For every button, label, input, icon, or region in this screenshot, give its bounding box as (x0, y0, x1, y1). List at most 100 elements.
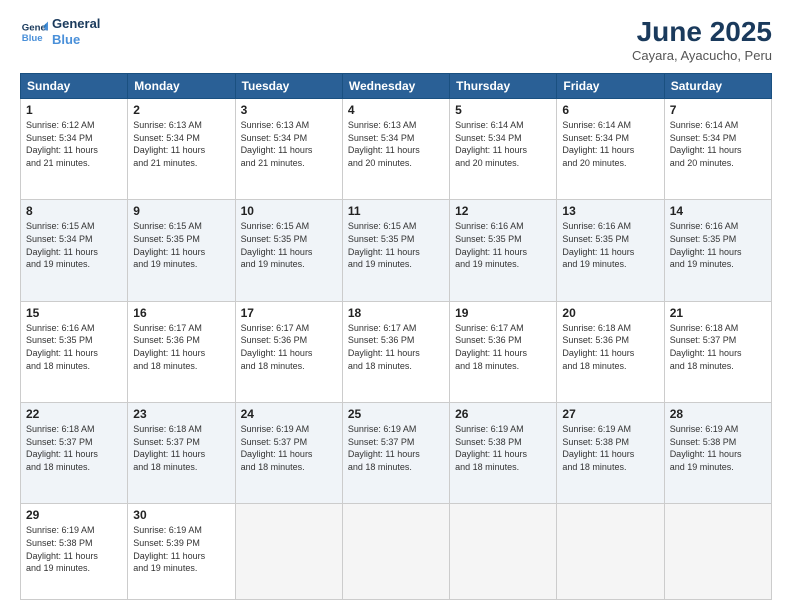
col-monday: Monday (128, 74, 235, 99)
day-number: 21 (670, 306, 766, 320)
table-row: 5 Sunrise: 6:14 AM Sunset: 5:34 PM Daylig… (450, 99, 557, 200)
table-row: 4 Sunrise: 6:13 AM Sunset: 5:34 PM Daylig… (342, 99, 449, 200)
table-row: 19 Sunrise: 6:17 AM Sunset: 5:36 PM Dayli… (450, 301, 557, 402)
day-number: 1 (26, 103, 122, 117)
table-row: 17 Sunrise: 6:17 AM Sunset: 5:36 PM Dayli… (235, 301, 342, 402)
table-row: 22Sunrise: 6:18 AM Sunset: 5:37 PM Dayli… (21, 403, 128, 504)
table-row: 1 Sunrise: 6:12 AM Sunset: 5:34 PM Daylig… (21, 99, 128, 200)
cell-info: Sunrise: 6:19 AM Sunset: 5:38 PM Dayligh… (562, 423, 658, 473)
table-row: 28 Sunrise: 6:19 AM Sunset: 5:38 PM Dayli… (664, 403, 771, 504)
table-row: 29 Sunrise: 6:19 AM Sunset: 5:38 PM Dayli… (21, 504, 128, 600)
day-number: 29 (26, 508, 122, 522)
table-row: 30 Sunrise: 6:19 AM Sunset: 5:39 PM Dayli… (128, 504, 235, 600)
table-row: 27 Sunrise: 6:19 AM Sunset: 5:38 PM Dayli… (557, 403, 664, 504)
table-row: 7 Sunrise: 6:14 AM Sunset: 5:34 PM Daylig… (664, 99, 771, 200)
cell-info: Sunrise: 6:13 AM Sunset: 5:34 PM Dayligh… (348, 119, 444, 169)
cell-info: Sunrise: 6:16 AM Sunset: 5:35 PM Dayligh… (670, 220, 766, 270)
cell-info: Sunrise: 6:19 AM Sunset: 5:38 PM Dayligh… (26, 524, 122, 574)
cell-info: Sunrise: 6:15 AM Sunset: 5:35 PM Dayligh… (133, 220, 229, 270)
cell-info: Sunrise: 6:19 AM Sunset: 5:38 PM Dayligh… (455, 423, 551, 473)
cell-info: Sunrise: 6:19 AM Sunset: 5:38 PM Dayligh… (670, 423, 766, 473)
cell-info: Sunrise: 6:14 AM Sunset: 5:34 PM Dayligh… (562, 119, 658, 169)
cell-info: Sunrise: 6:13 AM Sunset: 5:34 PM Dayligh… (241, 119, 337, 169)
day-number: 2 (133, 103, 229, 117)
cell-info: Sunrise: 6:17 AM Sunset: 5:36 PM Dayligh… (241, 322, 337, 372)
table-row (342, 504, 449, 600)
cell-info: Sunrise: 6:13 AM Sunset: 5:34 PM Dayligh… (133, 119, 229, 169)
table-row (450, 504, 557, 600)
cell-info: Sunrise: 6:19 AM Sunset: 5:37 PM Dayligh… (241, 423, 337, 473)
logo: General Blue General Blue (20, 16, 100, 47)
cell-info: Sunrise: 6:14 AM Sunset: 5:34 PM Dayligh… (670, 119, 766, 169)
table-row: 15Sunrise: 6:16 AM Sunset: 5:35 PM Dayli… (21, 301, 128, 402)
day-number: 28 (670, 407, 766, 421)
calendar-row-3: 15Sunrise: 6:16 AM Sunset: 5:35 PM Dayli… (21, 301, 772, 402)
table-row: 13Sunrise: 6:16 AM Sunset: 5:35 PM Dayli… (557, 200, 664, 301)
day-number: 6 (562, 103, 658, 117)
col-wednesday: Wednesday (342, 74, 449, 99)
table-row: 10Sunrise: 6:15 AM Sunset: 5:35 PM Dayli… (235, 200, 342, 301)
day-number: 8 (26, 204, 122, 218)
day-number: 17 (241, 306, 337, 320)
day-number: 7 (670, 103, 766, 117)
table-row: 25 Sunrise: 6:19 AM Sunset: 5:37 PM Dayli… (342, 403, 449, 504)
day-number: 20 (562, 306, 658, 320)
month-title: June 2025 (632, 16, 772, 48)
svg-text:General: General (22, 22, 48, 33)
day-number: 5 (455, 103, 551, 117)
col-sunday: Sunday (21, 74, 128, 99)
calendar-table: Sunday Monday Tuesday Wednesday Thursday… (20, 73, 772, 600)
table-row (235, 504, 342, 600)
table-row: 16Sunrise: 6:17 AM Sunset: 5:36 PM Dayli… (128, 301, 235, 402)
table-row: 23 Sunrise: 6:18 AM Sunset: 5:37 PM Dayli… (128, 403, 235, 504)
table-row (664, 504, 771, 600)
day-number: 30 (133, 508, 229, 522)
cell-info: Sunrise: 6:16 AM Sunset: 5:35 PM Dayligh… (26, 322, 122, 372)
location: Cayara, Ayacucho, Peru (632, 48, 772, 63)
table-row (557, 504, 664, 600)
table-row: 12 Sunrise: 6:16 AM Sunset: 5:35 PM Dayli… (450, 200, 557, 301)
table-row: 9 Sunrise: 6:15 AM Sunset: 5:35 PM Daylig… (128, 200, 235, 301)
day-number: 4 (348, 103, 444, 117)
table-row: 2 Sunrise: 6:13 AM Sunset: 5:34 PM Daylig… (128, 99, 235, 200)
cell-info: Sunrise: 6:18 AM Sunset: 5:37 PM Dayligh… (133, 423, 229, 473)
day-number: 14 (670, 204, 766, 218)
cell-info: Sunrise: 6:18 AM Sunset: 5:36 PM Dayligh… (562, 322, 658, 372)
table-row: 3 Sunrise: 6:13 AM Sunset: 5:34 PM Daylig… (235, 99, 342, 200)
cell-info: Sunrise: 6:12 AM Sunset: 5:34 PM Dayligh… (26, 119, 122, 169)
cell-info: Sunrise: 6:17 AM Sunset: 5:36 PM Dayligh… (133, 322, 229, 372)
cell-info: Sunrise: 6:16 AM Sunset: 5:35 PM Dayligh… (562, 220, 658, 270)
day-number: 24 (241, 407, 337, 421)
table-row: 20 Sunrise: 6:18 AM Sunset: 5:36 PM Dayli… (557, 301, 664, 402)
logo-text: General Blue (52, 16, 100, 47)
logo-icon: General Blue (20, 18, 48, 46)
day-number: 25 (348, 407, 444, 421)
cell-info: Sunrise: 6:18 AM Sunset: 5:37 PM Dayligh… (670, 322, 766, 372)
day-number: 26 (455, 407, 551, 421)
cell-info: Sunrise: 6:15 AM Sunset: 5:35 PM Dayligh… (241, 220, 337, 270)
day-number: 19 (455, 306, 551, 320)
day-number: 27 (562, 407, 658, 421)
day-number: 11 (348, 204, 444, 218)
day-number: 23 (133, 407, 229, 421)
day-number: 18 (348, 306, 444, 320)
calendar-row-5: 29 Sunrise: 6:19 AM Sunset: 5:38 PM Dayli… (21, 504, 772, 600)
col-friday: Friday (557, 74, 664, 99)
cell-info: Sunrise: 6:16 AM Sunset: 5:35 PM Dayligh… (455, 220, 551, 270)
day-number: 9 (133, 204, 229, 218)
table-row: 14 Sunrise: 6:16 AM Sunset: 5:35 PM Dayli… (664, 200, 771, 301)
col-saturday: Saturday (664, 74, 771, 99)
cell-info: Sunrise: 6:14 AM Sunset: 5:34 PM Dayligh… (455, 119, 551, 169)
table-row: 26 Sunrise: 6:19 AM Sunset: 5:38 PM Dayli… (450, 403, 557, 504)
day-number: 3 (241, 103, 337, 117)
calendar-row-4: 22Sunrise: 6:18 AM Sunset: 5:37 PM Dayli… (21, 403, 772, 504)
cell-info: Sunrise: 6:17 AM Sunset: 5:36 PM Dayligh… (455, 322, 551, 372)
cell-info: Sunrise: 6:19 AM Sunset: 5:39 PM Dayligh… (133, 524, 229, 574)
cell-info: Sunrise: 6:15 AM Sunset: 5:34 PM Dayligh… (26, 220, 122, 270)
page-header: General Blue General Blue June 2025 Caya… (20, 16, 772, 63)
title-area: June 2025 Cayara, Ayacucho, Peru (632, 16, 772, 63)
svg-text:Blue: Blue (22, 32, 43, 43)
day-number: 12 (455, 204, 551, 218)
calendar-row-1: 1 Sunrise: 6:12 AM Sunset: 5:34 PM Daylig… (21, 99, 772, 200)
cell-info: Sunrise: 6:19 AM Sunset: 5:37 PM Dayligh… (348, 423, 444, 473)
